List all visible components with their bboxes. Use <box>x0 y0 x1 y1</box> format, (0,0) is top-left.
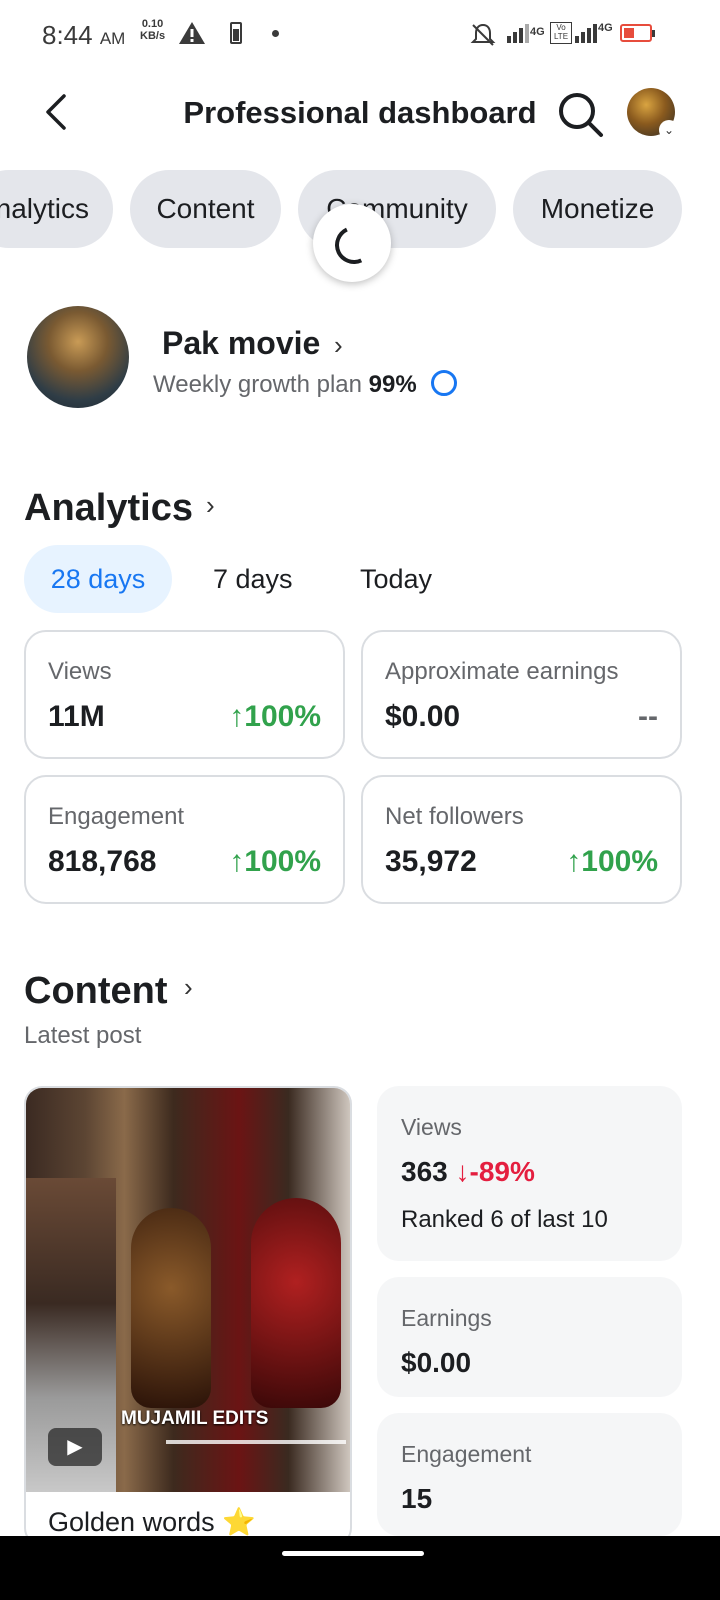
chevron-right-icon[interactable]: › <box>206 490 215 521</box>
card-label: Engagement <box>48 803 185 830</box>
arrow-down-icon: ↓ <box>455 1156 470 1187</box>
profile-name[interactable]: Pak movie <box>162 325 320 362</box>
bell-off-icon <box>470 23 496 46</box>
notification-dot-icon <box>272 30 279 37</box>
card-change: ↑100% <box>566 845 658 878</box>
system-nav-bar <box>0 1536 720 1600</box>
thumbnail-watermark: MUJAMIL EDITS <box>121 1408 269 1429</box>
post-views-card[interactable]: Views 363 ↓-89% Ranked 6 of last 10 <box>377 1086 682 1261</box>
post-engagement-card[interactable]: Engagement 15 <box>377 1413 682 1536</box>
range-today[interactable]: Today <box>360 545 432 613</box>
account-avatar[interactable]: ⌄ <box>627 88 679 140</box>
engagement-card[interactable]: Engagement 818,768 ↑100% <box>24 775 345 904</box>
post-caption: Golden words ⭐ <box>48 1507 256 1537</box>
chevron-right-icon[interactable]: › <box>184 972 193 1003</box>
reel-icon: ▶ <box>48 1428 102 1466</box>
stat-label: Views <box>401 1114 462 1140</box>
content-heading[interactable]: Content <box>24 970 168 1013</box>
stat-value: 363 ↓-89% <box>401 1156 535 1187</box>
card-value: $0.00 <box>385 700 461 733</box>
signal-1-icon <box>507 24 529 43</box>
growth-plan-label: Weekly growth plan <box>153 371 362 398</box>
search-icon[interactable] <box>556 90 604 138</box>
subtitle-line <box>166 1440 346 1444</box>
stat-value: 15 <box>401 1483 433 1514</box>
profile-avatar[interactable] <box>27 306 129 408</box>
progress-ring-icon <box>431 370 458 396</box>
analytics-heading[interactable]: Analytics <box>24 487 193 530</box>
range-7-days[interactable]: 7 days <box>213 545 293 613</box>
battery-saver-icon <box>230 22 242 44</box>
views-card[interactable]: Views 11M ↑100% <box>24 630 345 759</box>
loading-spinner <box>313 204 391 282</box>
status-bar: 8:44 AM 0.10 KB/s 4G Vo LTE 4G <box>0 0 720 70</box>
network-type-2: 4G <box>598 22 613 34</box>
latest-post-label: Latest post <box>24 1022 142 1049</box>
card-value: 818,768 <box>48 845 157 878</box>
card-value: 11M <box>48 700 105 733</box>
network-type-1: 4G <box>530 26 545 38</box>
home-gesture-handle[interactable] <box>282 1551 424 1556</box>
volte-icon: Vo LTE <box>550 22 572 44</box>
status-time: 8:44 AM <box>42 20 126 50</box>
card-value: 35,972 <box>385 845 477 878</box>
stat-label: Earnings <box>401 1305 492 1331</box>
warning-icon <box>179 22 205 44</box>
range-28-days[interactable]: 28 days <box>24 545 172 613</box>
post-thumbnail: MUJAMIL EDITS ▶ <box>26 1088 350 1492</box>
arrow-up-icon: ↑ <box>566 845 582 878</box>
card-change: -- <box>638 700 658 733</box>
arrow-up-icon: ↑ <box>229 845 245 878</box>
card-label: Net followers <box>385 803 524 830</box>
card-change: ↑100% <box>229 700 321 733</box>
tab-analytics[interactable]: Analytics <box>0 170 113 248</box>
signal-2-icon <box>575 24 597 43</box>
card-change: ↑100% <box>229 845 321 878</box>
views-rank: Ranked 6 of last 10 <box>401 1206 608 1233</box>
growth-plan[interactable]: Weekly growth plan 99% <box>153 370 458 399</box>
stat-label: Engagement <box>401 1441 532 1467</box>
growth-plan-value: 99% <box>368 371 417 398</box>
latest-post-card[interactable]: MUJAMIL EDITS ▶ Golden words ⭐ <box>24 1086 352 1546</box>
tab-content[interactable]: Content <box>130 170 281 248</box>
card-label: Views <box>48 658 112 685</box>
battery-icon <box>620 24 655 42</box>
post-earnings-card[interactable]: Earnings $0.00 <box>377 1277 682 1397</box>
tab-monetize[interactable]: Monetize <box>513 170 682 248</box>
card-label: Approximate earnings <box>385 658 619 685</box>
net-followers-card[interactable]: Net followers 35,972 ↑100% <box>361 775 682 904</box>
network-speed: 0.10 KB/s <box>140 18 166 42</box>
stat-change: -89% <box>469 1156 535 1187</box>
earnings-card[interactable]: Approximate earnings $0.00 -- <box>361 630 682 759</box>
chevron-right-icon[interactable]: › <box>334 330 343 361</box>
arrow-up-icon: ↑ <box>229 700 245 733</box>
vase-shape <box>131 1208 211 1408</box>
stat-value: $0.00 <box>401 1347 472 1378</box>
page-title: Professional dashboard <box>183 95 537 130</box>
vase-shape <box>251 1198 341 1408</box>
chevron-down-icon: ⌄ <box>659 120 679 140</box>
